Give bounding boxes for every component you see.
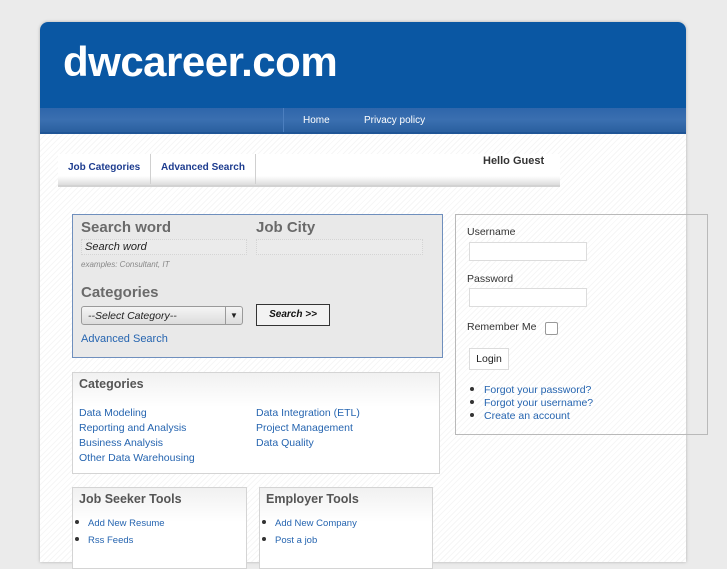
category-link[interactable]: Other Data Warehousing	[79, 452, 195, 464]
search-word-input[interactable]	[81, 239, 247, 255]
bullet-icon	[262, 537, 266, 542]
search-form: Search word examples: Consultant, IT Job…	[72, 214, 443, 358]
search-word-label: Search word	[81, 219, 172, 236]
create-account-link[interactable]: Create an account	[470, 410, 570, 422]
employer-tools-header: Employer Tools	[260, 488, 432, 522]
search-button[interactable]: Search >>	[256, 304, 330, 326]
bullet-icon	[75, 537, 79, 542]
tool-item-label[interactable]: Add New Company	[275, 518, 357, 529]
categories-panel: Categories Data Modeling Reporting and A…	[72, 372, 440, 474]
employer-tools-panel: Employer Tools Add New Company Post a jo…	[259, 487, 433, 569]
job-city-input[interactable]	[256, 239, 423, 255]
username-input[interactable]	[469, 242, 587, 261]
categories-label: Categories	[81, 284, 159, 301]
category-link[interactable]: Project Management	[256, 422, 353, 434]
password-label: Password	[467, 273, 514, 285]
forgot-username-label[interactable]: Forgot your username?	[484, 397, 593, 409]
login-button[interactable]: Login	[469, 348, 509, 370]
site-title[interactable]: dwcareer.com	[63, 38, 338, 86]
greeting-text: Hello Guest	[483, 155, 545, 167]
category-link[interactable]: Business Analysis	[79, 437, 163, 449]
nav-home[interactable]: Home	[303, 115, 330, 126]
tool-item-label[interactable]: Rss Feeds	[88, 535, 133, 546]
bullet-icon	[262, 520, 266, 525]
remember-me-label: Remember Me	[467, 321, 537, 333]
nav-divider	[283, 108, 284, 132]
tool-item[interactable]: Add New Resume	[75, 518, 165, 529]
job-seeker-tools-header: Job Seeker Tools	[73, 488, 246, 522]
bullet-icon	[470, 387, 474, 392]
remember-me-checkbox[interactable]	[545, 322, 558, 335]
tool-item[interactable]: Add New Company	[262, 518, 357, 529]
category-link[interactable]: Reporting and Analysis	[79, 422, 186, 434]
password-input[interactable]	[469, 288, 587, 307]
nav-privacy-policy[interactable]: Privacy policy	[364, 115, 425, 126]
tool-item-label[interactable]: Add New Resume	[88, 518, 165, 529]
categories-panel-title: Categories	[79, 377, 144, 391]
category-select-value: --Select Category--	[88, 310, 177, 322]
forgot-password-label[interactable]: Forgot your password?	[484, 384, 591, 396]
bullet-icon	[470, 400, 474, 405]
job-seeker-tools-panel: Job Seeker Tools Add New Resume Rss Feed…	[72, 487, 247, 569]
forgot-password-link[interactable]: Forgot your password?	[470, 384, 591, 396]
bullet-icon	[470, 413, 474, 418]
categories-panel-header: Categories	[73, 373, 439, 407]
tool-item[interactable]: Post a job	[262, 535, 317, 546]
chevron-down-icon[interactable]: ▼	[225, 307, 242, 324]
employer-tools-title: Employer Tools	[266, 492, 359, 506]
bullet-icon	[75, 520, 79, 525]
job-city-label: Job City	[256, 219, 316, 236]
create-account-label[interactable]: Create an account	[484, 410, 570, 422]
category-link[interactable]: Data Modeling	[79, 407, 147, 419]
login-form: Username Password Remember Me Login Forg…	[455, 214, 708, 435]
tool-item-label[interactable]: Post a job	[275, 535, 317, 546]
advanced-search-link[interactable]: Advanced Search	[81, 333, 168, 345]
tool-item[interactable]: Rss Feeds	[75, 535, 133, 546]
main-nav: Home Privacy policy	[40, 108, 686, 134]
username-label: Username	[467, 226, 516, 238]
category-select[interactable]: --Select Category-- ▼	[81, 306, 243, 325]
forgot-username-link[interactable]: Forgot your username?	[470, 397, 593, 409]
job-seeker-tools-title: Job Seeker Tools	[79, 492, 182, 506]
tab-job-categories[interactable]: Job Categories	[58, 154, 152, 184]
site-header: dwcareer.com	[40, 22, 686, 108]
tab-advanced-search[interactable]: Advanced Search	[151, 154, 256, 184]
category-link[interactable]: Data Quality	[256, 437, 314, 449]
category-link[interactable]: Data Integration (ETL)	[256, 407, 360, 419]
search-word-hint: examples: Consultant, IT	[81, 260, 170, 269]
